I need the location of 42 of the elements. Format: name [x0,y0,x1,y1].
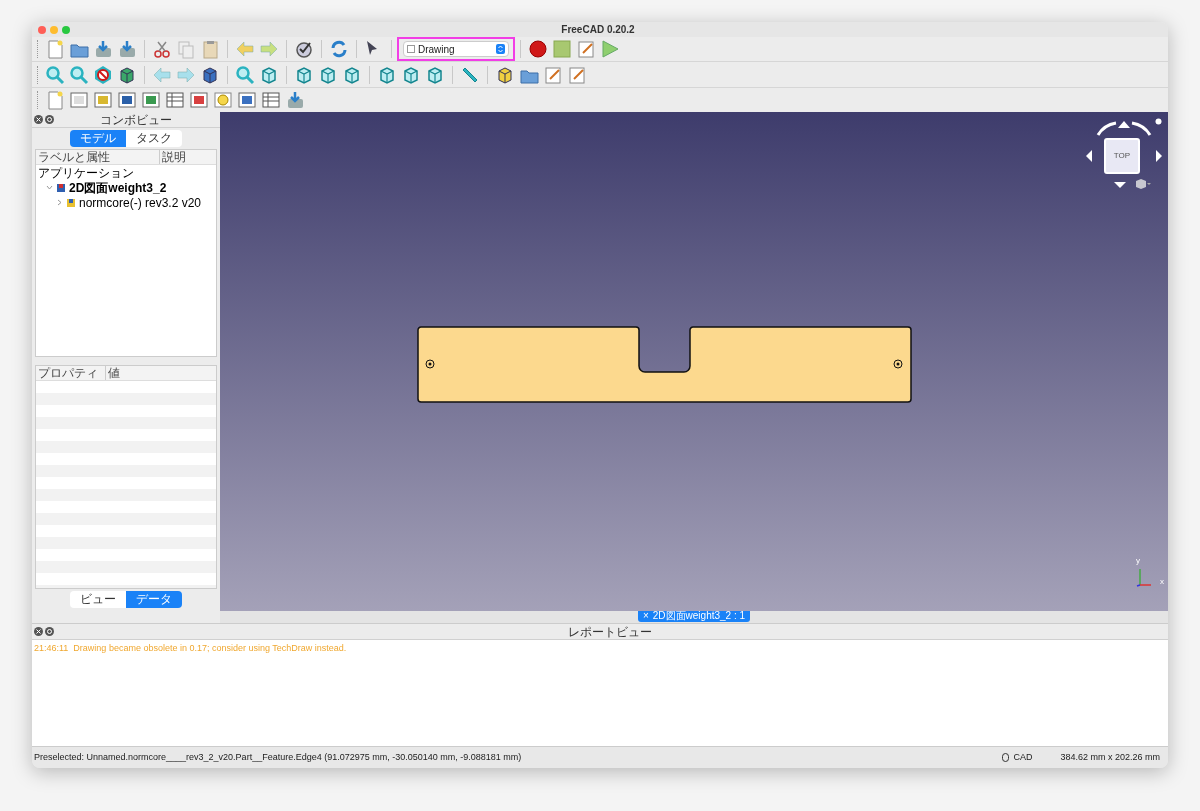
spreadsheet-icon[interactable] [259,89,283,111]
cube-menu-icon[interactable] [1134,178,1152,190]
dropdown-arrows-icon [496,44,505,54]
left-arrow-icon[interactable] [1086,150,1092,162]
cube-face-label: TOP [1113,150,1131,162]
axis-triad-icon [1136,567,1152,587]
segment-tab[interactable]: ビュー [70,591,126,608]
undock-icon[interactable] [45,115,54,124]
down-arrow-icon[interactable] [1114,182,1126,188]
column-header[interactable]: 説明 [160,150,216,164]
axis-label: y [1136,555,1140,567]
tab-label[interactable]: 2D図面weight3_2 : 1 [652,610,746,622]
axis-label: x [1160,576,1164,588]
status-message: Preselected: Unnamed.normcore____rev3_2_v20.Part__Feature.Edge4 (91.072975 mm, -30.050140 mm, -9.088181 mm) [34,750,523,764]
zoom-icon[interactable] [43,63,67,86]
3d-viewport[interactable]: TOP y x [220,112,1168,611]
workbench-icon [407,45,415,53]
segment-tab[interactable]: モデル [70,130,126,147]
window-title: FreeCAD 0.20.2 [560,23,636,37]
orbit-dot-icon[interactable] [1155,118,1162,125]
record-icon[interactable] [526,38,550,60]
panel-title: コンボビュー [99,112,173,127]
column-header[interactable]: ラベルと属性 [36,150,160,164]
navigation-style[interactable]: CAD [1013,750,1033,765]
mouse-icon[interactable] [1002,753,1010,762]
log-message: 21:46:11 Drawing became obsolete in 0.17; consider using TechDraw instead. [33,642,348,655]
rotate-arrows-icon[interactable] [1094,120,1154,136]
workbench-dropdown[interactable]: Drawing [403,41,509,57]
undock-icon[interactable] [45,627,54,636]
view-zoom-icon[interactable] [233,63,257,86]
nav-cube[interactable]: TOP [1104,138,1140,174]
column-header[interactable]: プロパティ [36,366,106,380]
panel-title: レポートビュー [567,624,653,639]
column-header[interactable]: 値 [106,366,216,380]
right-arrow-icon[interactable] [1156,150,1162,162]
close-icon[interactable] [34,115,43,124]
dimensions-readout: 384.62 mm x 202.26 mm [1060,750,1160,764]
tab-close[interactable]: × [642,610,649,622]
segment-tab[interactable]: データ [126,591,182,608]
segment-tab[interactable]: タスク [126,130,182,147]
close-icon[interactable] [34,627,43,636]
close-window-icon[interactable] [38,25,46,34]
